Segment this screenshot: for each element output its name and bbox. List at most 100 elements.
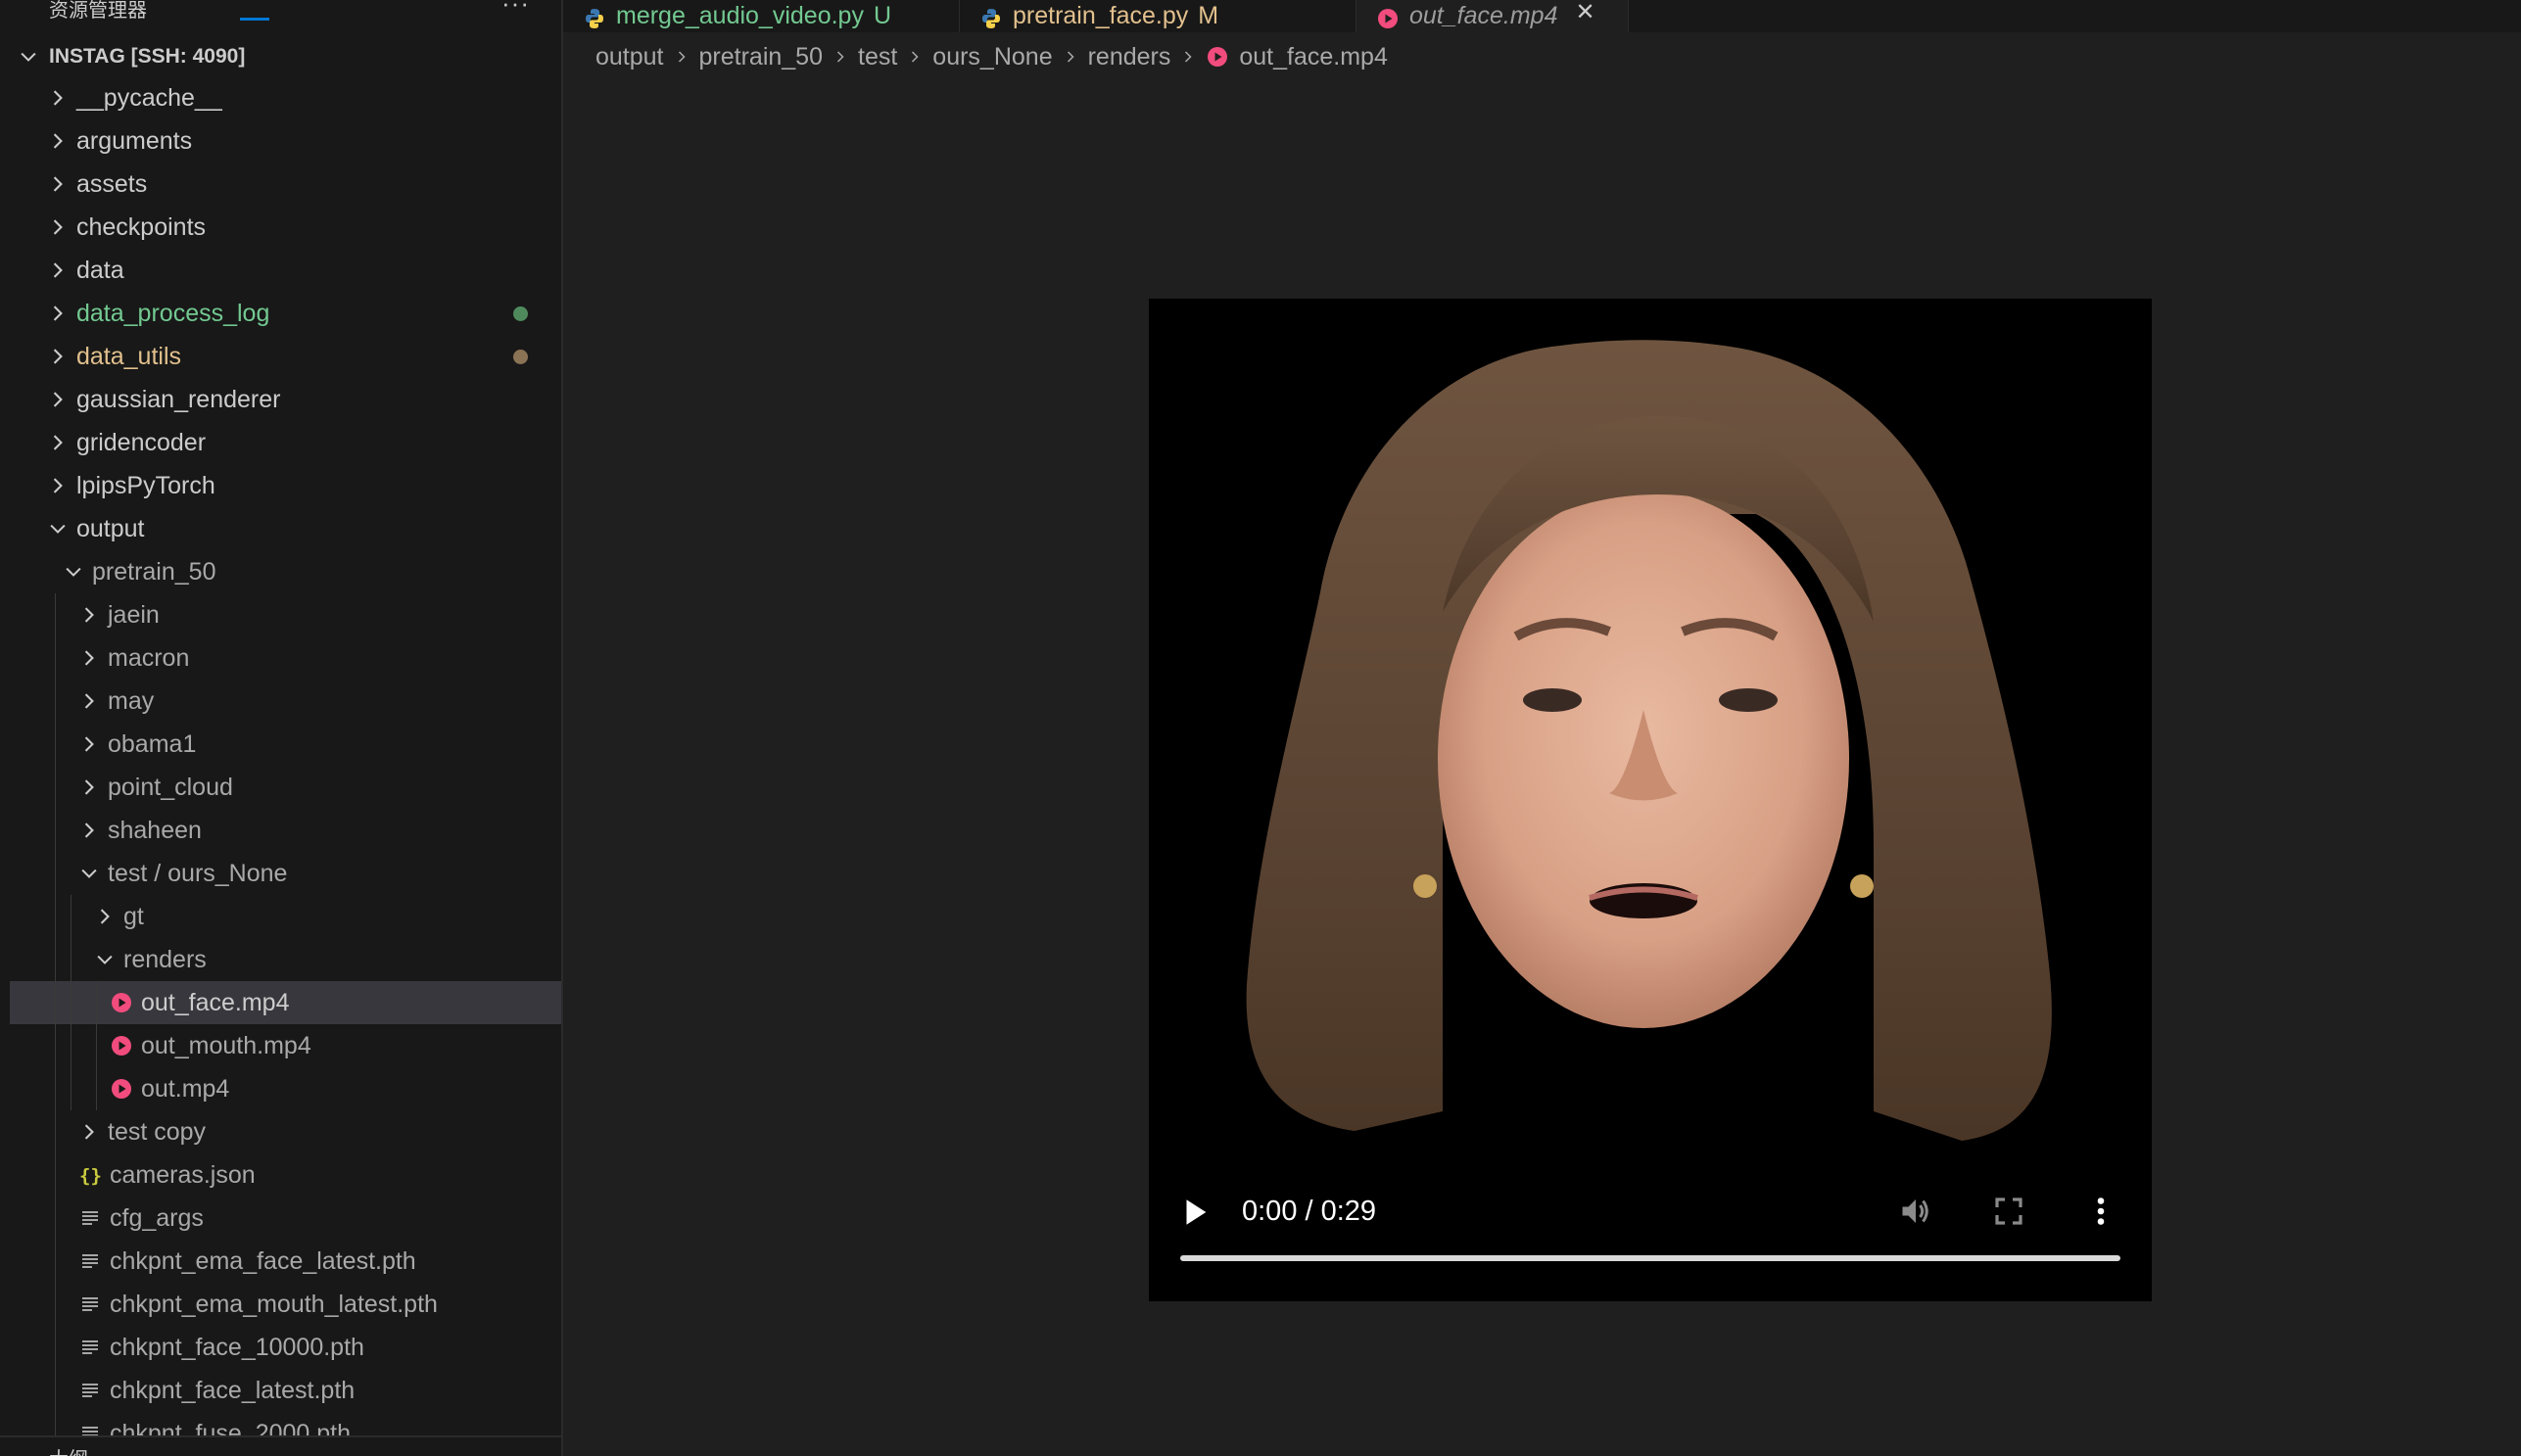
- tree-item-label: test copy: [108, 1117, 207, 1146]
- tree-file[interactable]: out_face.mp4: [10, 981, 561, 1024]
- video-player[interactable]: 0:00 / 0:29: [1149, 299, 2152, 1301]
- tree-file[interactable]: out_mouth.mp4: [10, 1024, 561, 1067]
- chevron-right-icon: [832, 49, 848, 65]
- git-status-badge: U: [873, 2, 892, 29]
- tree-item-label: gridencoder: [76, 428, 207, 456]
- chevron-right-icon: [78, 820, 100, 841]
- time-display: 0:00 / 0:29: [1242, 1196, 1377, 1227]
- outline-label: 大纲: [49, 1443, 88, 1456]
- tree-folder[interactable]: output: [10, 507, 561, 550]
- chevron-down-icon: [94, 949, 116, 970]
- text-file-icon: [78, 1379, 102, 1402]
- tree-item-label: pretrain_50: [92, 557, 216, 586]
- tree-folder[interactable]: test / ours_None: [10, 852, 561, 895]
- tree-item-label: may: [108, 686, 155, 715]
- tree-folder[interactable]: data_process_log: [10, 292, 561, 335]
- tab-out-face[interactable]: out_face.mp4 ✕: [1356, 0, 1629, 32]
- breadcrumb-item[interactable]: test: [858, 43, 897, 71]
- json-file-icon: {}: [78, 1163, 102, 1187]
- video-file-icon: [1206, 45, 1229, 69]
- tree-item-label: __pycache__: [76, 83, 222, 112]
- tree-folder[interactable]: obama1: [10, 723, 561, 766]
- video-file-icon: [110, 1034, 133, 1057]
- video-file-icon: [110, 1077, 133, 1101]
- chevron-right-icon: [47, 389, 69, 410]
- tree-item-label: out_face.mp4: [141, 988, 290, 1016]
- video-progress-bar[interactable]: [1180, 1255, 2120, 1261]
- video-frame: [1149, 299, 2152, 1301]
- tree-folder[interactable]: gaussian_renderer: [10, 378, 561, 421]
- tree-folder[interactable]: gt: [10, 895, 561, 938]
- volume-icon[interactable]: [1898, 1194, 1933, 1229]
- tab-pretrain-face[interactable]: pretrain_face.py M: [960, 0, 1356, 32]
- tree-item-label: data: [76, 256, 124, 284]
- chevron-right-icon: [78, 733, 100, 755]
- tree-folder[interactable]: checkpoints: [10, 206, 561, 249]
- tree-folder[interactable]: __pycache__: [10, 76, 561, 119]
- tree-file[interactable]: chkpnt_ema_mouth_latest.pth: [10, 1283, 561, 1326]
- breadcrumb-item[interactable]: output: [595, 43, 664, 71]
- tree-folder[interactable]: pretrain_50: [10, 550, 561, 593]
- tree-item-label: arguments: [76, 126, 193, 155]
- breadcrumb-item[interactable]: out_face.mp4: [1239, 43, 1388, 71]
- chevron-right-icon: [47, 259, 69, 281]
- explorer-sidebar: 资源管理器 ··· INSTAG [SSH: 4090] __pycache__…: [0, 0, 563, 1456]
- play-icon[interactable]: [1178, 1196, 1212, 1229]
- tree-folder[interactable]: lpipsPyTorch: [10, 464, 561, 507]
- tree-file[interactable]: {} cameras.json: [10, 1153, 561, 1197]
- tree-item-label: lpipsPyTorch: [76, 471, 215, 499]
- tree-item-label: out.mp4: [141, 1074, 230, 1103]
- video-file-icon: [110, 991, 133, 1014]
- explorer-header: 资源管理器 ···: [0, 0, 561, 22]
- tree-folder[interactable]: gridencoder: [10, 421, 561, 464]
- tree-item-label: output: [76, 514, 145, 542]
- chevron-right-icon: [78, 647, 100, 669]
- close-icon[interactable]: ✕: [1576, 0, 1595, 26]
- tree-item-label: chkpnt_face_latest.pth: [110, 1376, 356, 1404]
- explorer-title: 资源管理器: [49, 0, 147, 22]
- tab-label: merge_audio_video.py: [616, 2, 864, 29]
- python-icon: [979, 7, 1003, 30]
- tree-folder[interactable]: assets: [10, 163, 561, 206]
- tree-folder[interactable]: point_cloud: [10, 766, 561, 809]
- tree-folder[interactable]: jaein: [10, 593, 561, 636]
- tree-file[interactable]: chkpnt_ema_face_latest.pth: [10, 1240, 561, 1283]
- chevron-down-icon: [63, 561, 84, 583]
- outline-section[interactable]: 大纲: [0, 1435, 561, 1456]
- breadcrumb-item[interactable]: ours_None: [932, 43, 1052, 71]
- python-icon: [583, 7, 606, 30]
- git-status-badge: M: [1198, 2, 1219, 29]
- tree-item-label: chkpnt_face_10000.pth: [110, 1333, 364, 1361]
- tree-file[interactable]: out.mp4: [10, 1067, 561, 1110]
- tree-item-label: shaheen: [108, 816, 202, 844]
- tree-folder[interactable]: data: [10, 249, 561, 292]
- chevron-right-icon: [1063, 49, 1078, 65]
- more-actions-icon[interactable]: ···: [501, 0, 530, 19]
- tree-file[interactable]: chkpnt_face_10000.pth: [10, 1326, 561, 1369]
- tree-file[interactable]: chkpnt_face_latest.pth: [10, 1369, 561, 1412]
- text-file-icon: [78, 1249, 102, 1273]
- tree-folder[interactable]: test copy: [10, 1110, 561, 1153]
- chevron-right-icon: [1180, 49, 1196, 65]
- more-options-icon[interactable]: [2083, 1194, 2118, 1229]
- tree-item-label: out_mouth.mp4: [141, 1031, 311, 1059]
- chevron-down-icon: [18, 46, 39, 68]
- tree-folder[interactable]: shaheen: [10, 809, 561, 852]
- breadcrumb-item[interactable]: renders: [1088, 43, 1171, 71]
- tree-item-label: data_process_log: [76, 299, 270, 327]
- chevron-right-icon: [47, 130, 69, 152]
- breadcrumb-item[interactable]: pretrain_50: [699, 43, 823, 71]
- tree-item-label: point_cloud: [108, 773, 233, 801]
- fullscreen-icon[interactable]: [1993, 1196, 2024, 1227]
- tree-folder[interactable]: arguments: [10, 119, 561, 163]
- tree-folder[interactable]: renders: [10, 938, 561, 981]
- chevron-right-icon: [47, 87, 69, 109]
- tree-file[interactable]: cfg_args: [10, 1197, 561, 1240]
- tree-folder[interactable]: data_utils: [10, 335, 561, 378]
- tab-merge-audio-video[interactable]: merge_audio_video.py U: [563, 0, 960, 32]
- chevron-right-icon: [78, 1121, 100, 1143]
- tree-folder[interactable]: may: [10, 680, 561, 723]
- workspace-root-label: INSTAG [SSH: 4090]: [49, 45, 246, 68]
- tree-folder[interactable]: macron: [10, 636, 561, 680]
- workspace-root[interactable]: INSTAG [SSH: 4090]: [0, 37, 561, 76]
